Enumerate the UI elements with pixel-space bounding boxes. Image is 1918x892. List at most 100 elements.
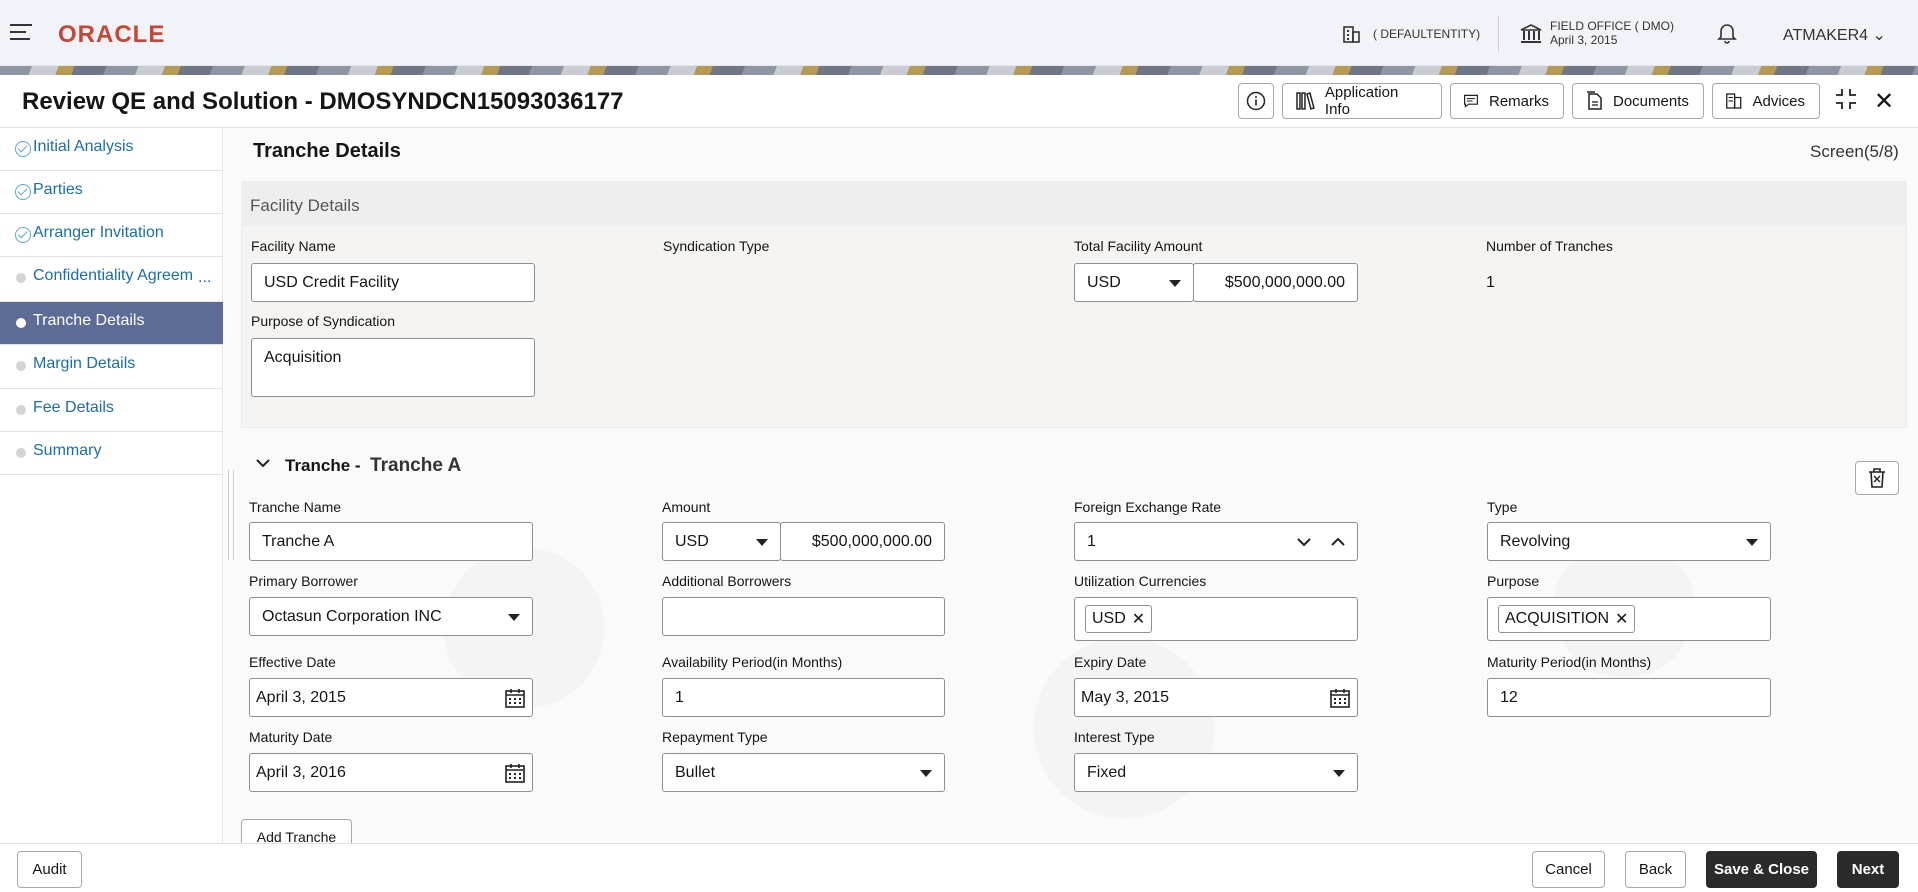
advices-icon (1726, 93, 1742, 109)
step-label: Initial Analysis (33, 138, 134, 155)
additional-borrowers-field[interactable] (662, 597, 945, 636)
amount-currency-select[interactable]: USD (662, 522, 781, 561)
remove-chip-icon[interactable]: ✕ (1615, 609, 1628, 629)
step-parties[interactable]: Parties (0, 171, 223, 214)
purpose-chip: ACQUISITION ✕ (1498, 605, 1636, 633)
step-label: Tranche Details (33, 312, 145, 329)
documents-icon (1587, 91, 1602, 110)
type-select[interactable]: Revolving (1487, 522, 1771, 561)
decorative-banner (0, 66, 1918, 75)
cancel-button[interactable]: Cancel (1532, 851, 1605, 888)
back-button[interactable]: Back (1625, 851, 1686, 888)
purpose-field[interactable]: ACQUISITION ✕ (1487, 597, 1771, 641)
documents-button[interactable]: Documents (1572, 83, 1704, 119)
fx-rate-stepper[interactable]: 1 (1074, 522, 1358, 561)
notification-bell-icon[interactable] (1717, 22, 1737, 44)
page-title: Review QE and Solution - DMOSYNDCN150930… (22, 88, 624, 115)
audit-button[interactable]: Audit (17, 851, 82, 888)
expiry-date-picker[interactable]: May 3, 2015 (1074, 678, 1358, 717)
check-circle-icon (15, 184, 31, 200)
utilization-currencies-field[interactable]: USD ✕ (1074, 597, 1358, 641)
step-arranger-invitation[interactable]: Arranger Invitation (0, 214, 223, 257)
comment-icon (1463, 94, 1478, 108)
collapse-chevron-icon[interactable] (256, 458, 270, 468)
chip-label: ACQUISITION (1505, 610, 1610, 627)
step-confidentiality-agreement[interactable]: Confidentiality Agreem... (0, 257, 223, 302)
fx-rate-value: 1 (1087, 532, 1096, 550)
info-button[interactable] (1238, 83, 1274, 119)
interest-type-select[interactable]: Fixed (1074, 753, 1358, 792)
step-fee-details[interactable]: Fee Details (0, 389, 223, 432)
total-amount-field[interactable]: $500,000,000.00 (1193, 263, 1358, 302)
step-summary[interactable]: Summary (0, 432, 223, 475)
maturity-period-field[interactable]: 12 (1487, 678, 1771, 717)
effective-date-picker[interactable]: April 3, 2015 (249, 678, 533, 717)
remarks-button[interactable]: Remarks (1450, 83, 1564, 119)
trash-icon (1869, 468, 1885, 488)
chevron-down-icon: ⌄ (1872, 27, 1886, 44)
step-initial-analysis[interactable]: Initial Analysis (0, 128, 223, 171)
amount-field[interactable]: $500,000,000.00 (780, 522, 945, 561)
amount-value: $500,000,000.00 (811, 532, 932, 550)
purpose-of-syndication-field[interactable]: Acquisition (251, 338, 535, 397)
effective-date-value: April 3, 2015 (256, 688, 346, 706)
tranche-header: Tranche - Tranche A (285, 455, 461, 477)
purpose-of-syndication-value: Acquisition (264, 349, 342, 366)
interest-type-label: Interest Type (1074, 729, 1155, 745)
step-label: Summary (33, 442, 102, 459)
office-selector[interactable]: FIELD OFFICE ( DMO) April 3, 2015 (1550, 19, 1674, 47)
chip-label: USD (1092, 610, 1126, 627)
repayment-type-select[interactable]: Bullet (662, 753, 945, 792)
primary-borrower-label: Primary Borrower (249, 573, 358, 589)
panel-resize-handle[interactable] (228, 470, 234, 560)
currency-chip: USD ✕ (1085, 605, 1153, 633)
availability-period-field[interactable]: 1 (662, 678, 945, 717)
effective-date-label: Effective Date (249, 654, 336, 670)
application-info-button[interactable]: Application Info (1282, 83, 1442, 119)
remove-chip-icon[interactable]: ✕ (1132, 609, 1145, 629)
building-icon (1343, 26, 1360, 43)
calendar-icon[interactable] (504, 687, 526, 709)
next-button[interactable]: Next (1837, 851, 1899, 888)
delete-tranche-button[interactable] (1855, 461, 1899, 495)
header-divider (1498, 16, 1499, 52)
close-icon[interactable]: ✕ (1874, 87, 1894, 116)
dropdown-caret-icon (1169, 280, 1181, 287)
section-title: Tranche Details (253, 140, 401, 162)
maturity-date-picker[interactable]: April 3, 2016 (249, 753, 533, 792)
maturity-date-label: Maturity Date (249, 729, 333, 745)
increment-chevron-icon[interactable] (1331, 537, 1345, 547)
screen-indicator: Screen(5/8) (1810, 142, 1899, 161)
info-icon (1246, 91, 1266, 111)
decrement-chevron-icon[interactable] (1297, 537, 1311, 547)
application-info-label: Application Info (1324, 84, 1399, 118)
user-name: ATMAKER4 (1783, 27, 1869, 44)
hamburger-menu-icon[interactable] (10, 24, 32, 42)
advices-button[interactable]: Advices (1712, 83, 1820, 119)
facility-name-field[interactable]: USD Credit Facility (251, 263, 535, 302)
total-amount-currency-select[interactable]: USD (1074, 263, 1194, 302)
amount-currency-value: USD (675, 532, 709, 550)
tranche-header-prefix: Tranche - (285, 456, 361, 475)
maturity-date-value: April 3, 2016 (256, 763, 346, 781)
step-label: Arranger Invitation (33, 224, 164, 241)
step-margin-details[interactable]: Margin Details (0, 345, 223, 389)
documents-label: Documents (1613, 92, 1689, 110)
entity-selector[interactable]: ( DEFAULTENTITY) (1373, 27, 1480, 41)
books-icon (1296, 92, 1315, 110)
minimize-icon[interactable] (1834, 87, 1858, 111)
calendar-icon[interactable] (504, 762, 526, 784)
remarks-label: Remarks (1488, 92, 1549, 110)
user-menu[interactable]: ATMAKER4 ⌄ (1783, 25, 1886, 45)
facility-name-label: Facility Name (251, 238, 336, 254)
save-close-button[interactable]: Save & Close (1706, 851, 1817, 888)
primary-borrower-select[interactable]: Octasun Corporation INC (249, 597, 533, 636)
availability-period-label: Availability Period(in Months) (662, 654, 843, 670)
calendar-icon[interactable] (1329, 687, 1351, 709)
dropdown-caret-icon (756, 539, 768, 546)
facility-name-value: USD Credit Facility (264, 273, 400, 291)
tranche-name-field[interactable]: Tranche A (249, 522, 533, 561)
step-dot (16, 318, 26, 328)
step-tranche-details[interactable]: Tranche Details (0, 302, 223, 345)
dropdown-caret-icon (1333, 770, 1345, 777)
